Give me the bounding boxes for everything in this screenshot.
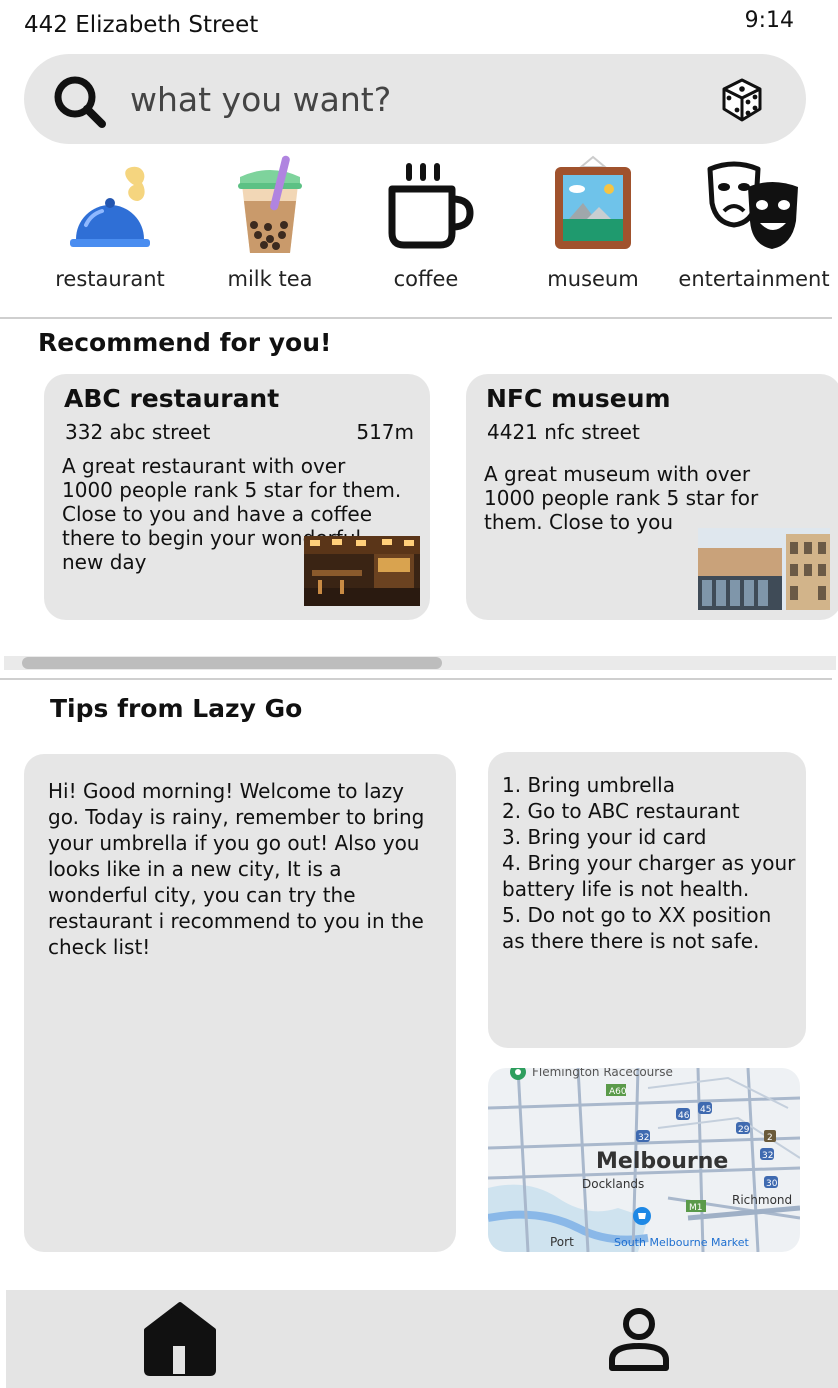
bottom-navigation bbox=[6, 1290, 838, 1388]
search-bar[interactable] bbox=[24, 54, 806, 144]
checklist-item: 3. Bring your id card bbox=[502, 825, 707, 849]
map-label-racecourse: Flemington Racecourse bbox=[532, 1068, 673, 1079]
current-location: 442 Elizabeth Street bbox=[24, 12, 259, 38]
category-label: museum bbox=[547, 267, 639, 291]
bubble-tea-icon bbox=[238, 155, 302, 253]
user-profile-icon[interactable] bbox=[606, 1306, 672, 1372]
map-label-r30: 30 bbox=[766, 1179, 778, 1189]
checklist: 1. Bring umbrella 2. Go to ABC restauran… bbox=[502, 772, 800, 954]
category-milk-tea[interactable]: milk tea bbox=[210, 155, 330, 295]
map-label-a60: A60 bbox=[609, 1087, 627, 1097]
category-restaurant[interactable]: restaurant bbox=[40, 155, 180, 295]
map-label-r2: 2 bbox=[767, 1133, 773, 1143]
map-label-r45: 45 bbox=[700, 1105, 711, 1115]
recommend-card-abc-restaurant[interactable]: ABC restaurant 332 abc street 517m A gre… bbox=[44, 374, 430, 620]
place-distance: 517m bbox=[356, 420, 414, 444]
place-name: NFC museum bbox=[486, 384, 671, 413]
map-label-r32b: 32 bbox=[762, 1151, 773, 1161]
map-label-r32a: 32 bbox=[638, 1133, 649, 1143]
map-thumbnail[interactable]: Flemington Racecourse A60 46 45 32 29 2 … bbox=[488, 1068, 800, 1252]
tips-title: Tips from Lazy Go bbox=[50, 694, 303, 723]
checklist-panel: 1. Bring umbrella 2. Go to ABC restauran… bbox=[488, 752, 806, 1048]
search-icon[interactable] bbox=[52, 74, 108, 130]
divider bbox=[0, 678, 832, 680]
recommend-title: Recommend for you! bbox=[38, 328, 332, 357]
place-address: 4421 nfc street bbox=[487, 420, 640, 444]
coffee-cup-icon bbox=[388, 163, 474, 249]
food-cloche-icon bbox=[70, 166, 150, 247]
checklist-item: 1. Bring umbrella bbox=[502, 773, 675, 797]
map-label-port: Port bbox=[550, 1235, 574, 1249]
divider bbox=[0, 317, 832, 319]
museum-photo bbox=[698, 528, 830, 610]
category-museum[interactable]: museum bbox=[530, 155, 656, 295]
city-map: Flemington Racecourse A60 46 45 32 29 2 … bbox=[488, 1068, 800, 1252]
category-label: milk tea bbox=[227, 267, 313, 291]
checklist-item: 5. Do not go to XX position as there the… bbox=[502, 903, 772, 953]
random-dice-icon[interactable] bbox=[718, 76, 766, 124]
place-name: ABC restaurant bbox=[64, 384, 280, 413]
place-description: A great museum with over 1000 people ran… bbox=[484, 462, 759, 534]
horizontal-scrollbar[interactable] bbox=[4, 656, 836, 670]
place-address: 332 abc street bbox=[65, 420, 211, 444]
category-coffee[interactable]: coffee bbox=[370, 155, 482, 295]
checklist-item: 4. Bring your charger as your battery li… bbox=[502, 851, 796, 901]
map-label-docklands: Docklands bbox=[582, 1177, 644, 1191]
theater-masks-icon bbox=[707, 161, 798, 249]
map-label-m1: M1 bbox=[689, 1203, 703, 1213]
map-label-richmond: Richmond bbox=[732, 1193, 792, 1207]
scrollbar-thumb[interactable] bbox=[22, 657, 442, 669]
category-entertainment[interactable]: entertainment bbox=[672, 155, 836, 295]
map-label-market: South Melbourne Market bbox=[614, 1236, 750, 1249]
search-input[interactable] bbox=[130, 72, 690, 126]
map-label-r46: 46 bbox=[678, 1111, 690, 1121]
framed-picture-icon bbox=[555, 155, 631, 249]
category-label: entertainment bbox=[678, 267, 830, 291]
tip-message-panel: Hi! Good morning! Welcome to lazy go. To… bbox=[24, 754, 456, 1252]
map-label-city: Melbourne bbox=[596, 1149, 728, 1174]
recommend-card-nfc-museum[interactable]: NFC museum 4421 nfc street A great museu… bbox=[466, 374, 838, 620]
category-label: restaurant bbox=[55, 267, 165, 291]
tip-message: Hi! Good morning! Welcome to lazy go. To… bbox=[48, 779, 425, 959]
category-label: coffee bbox=[393, 267, 459, 291]
home-icon[interactable] bbox=[142, 1300, 218, 1376]
restaurant-photo bbox=[304, 536, 420, 606]
checklist-item: 2. Go to ABC restaurant bbox=[502, 799, 740, 823]
status-time: 9:14 bbox=[744, 8, 794, 33]
map-label-r29: 29 bbox=[738, 1125, 750, 1135]
